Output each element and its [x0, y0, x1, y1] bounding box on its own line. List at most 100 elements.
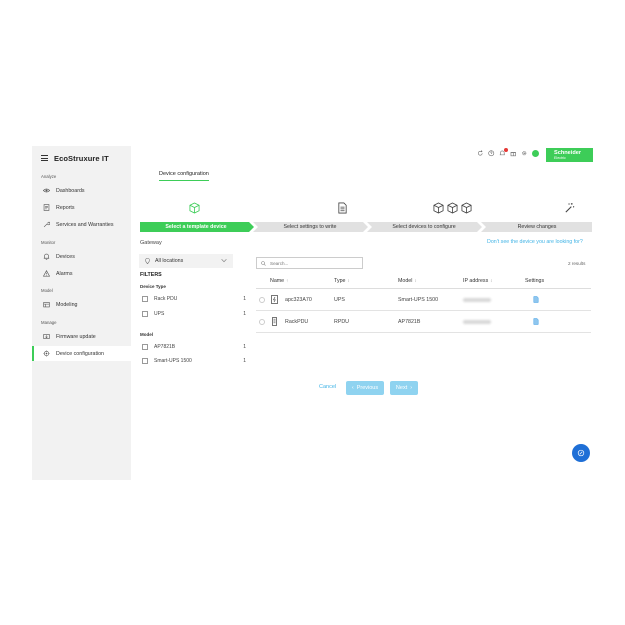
warning-icon — [43, 270, 50, 277]
sidebar-item-alarms[interactable]: Alarms — [32, 266, 131, 281]
column-header-model[interactable]: Model ↕ — [398, 278, 417, 284]
sort-icon: ↕ — [490, 278, 493, 283]
cell-name: apc323A70 — [285, 297, 312, 303]
cell-name: RackPDU — [285, 319, 309, 325]
tab-device-configuration[interactable]: Device configuration — [159, 171, 209, 181]
step-2-label[interactable]: Select settings to write — [253, 222, 367, 232]
column-header-name[interactable]: Name ↑ — [270, 278, 288, 284]
main-content: Schneider Electric Device configuration … — [131, 146, 607, 480]
ups-icon — [271, 295, 278, 304]
eye-icon — [43, 187, 50, 194]
previous-label: Previous — [356, 385, 379, 391]
chat-icon — [577, 449, 585, 457]
step-4-icon — [562, 202, 576, 214]
filter-option-count: 1 — [243, 358, 246, 364]
filter-option-ups[interactable]: UPS 1 — [142, 309, 246, 319]
box-icon — [189, 202, 199, 214]
cell-ip-address-redacted — [463, 320, 491, 324]
location-pin-icon — [145, 258, 150, 264]
step-1-label[interactable]: Select a template device — [140, 222, 252, 232]
topbar-icons — [477, 148, 539, 157]
sidebar-item-devices[interactable]: Devices — [32, 249, 131, 264]
cancel-button[interactable]: Cancel — [319, 384, 336, 390]
avatar[interactable] — [532, 150, 539, 157]
filter-option-smart-ups-1500[interactable]: Smart-UPS 1500 1 — [142, 356, 246, 366]
sort-icon: ↕ — [414, 278, 417, 283]
app-window: EcoStruxure IT Analyze Dashboards Report… — [32, 146, 607, 480]
config-icon — [43, 350, 50, 357]
chat-fab-button[interactable] — [572, 444, 590, 462]
sort-icon: ↕ — [347, 278, 350, 283]
cell-type: RPDU — [334, 319, 350, 325]
chevron-left-icon: ‹ — [351, 385, 354, 391]
section-label-analyze: Analyze — [41, 174, 57, 179]
column-header-type[interactable]: Type ↕ — [334, 278, 350, 284]
filter-group-device-type: Device Type — [140, 284, 166, 289]
sidebar-item-dashboards[interactable]: Dashboards — [32, 183, 131, 198]
sidebar-item-reports[interactable]: Reports — [32, 200, 131, 215]
cell-model: AP7821B — [398, 319, 421, 325]
notification-badge — [504, 148, 508, 152]
table-row[interactable]: apc323A70 UPS Smart-UPS 1500 — [256, 289, 591, 311]
settings-file-icon[interactable] — [533, 296, 539, 303]
section-label-monitor: Monitor — [41, 240, 56, 245]
notification-bell-icon[interactable] — [499, 148, 508, 157]
sidebar: EcoStruxure IT Analyze Dashboards Report… — [32, 146, 131, 480]
sidebar-item-label: Devices — [56, 253, 75, 260]
filter-checkbox[interactable] — [142, 358, 148, 364]
row-radio[interactable] — [259, 297, 265, 303]
chevron-down-icon — [221, 259, 227, 263]
logo-sub: Electric — [554, 156, 566, 160]
next-button[interactable]: Next › — [390, 381, 418, 395]
location-select[interactable]: All locations — [139, 254, 233, 268]
step-4-label[interactable]: Review changes — [481, 222, 593, 232]
filter-checkbox[interactable] — [142, 311, 148, 317]
sidebar-item-modeling[interactable]: Modeling — [32, 297, 131, 312]
step-3-icon — [429, 202, 475, 214]
filter-option-label: AP7821B — [154, 344, 176, 350]
previous-button[interactable]: ‹ Previous — [346, 381, 384, 395]
report-icon — [43, 204, 50, 211]
gateway-label: Gateway — [140, 240, 162, 246]
table-row[interactable]: RackPDU RPDU AP7821B — [256, 311, 591, 333]
search-input[interactable] — [270, 260, 360, 266]
results-count: 2 results — [568, 261, 586, 266]
column-header-settings: Settings — [525, 278, 545, 284]
filter-checkbox[interactable] — [142, 344, 148, 350]
sidebar-item-label: Alarms — [56, 270, 73, 277]
box-icon — [461, 202, 471, 214]
help-icon[interactable] — [488, 150, 495, 157]
step-2-icon — [335, 202, 349, 214]
filter-option-count: 1 — [243, 311, 246, 317]
filters-title: FILTERS — [140, 272, 162, 278]
filter-checkbox[interactable] — [142, 296, 148, 302]
sidebar-item-firmware-update[interactable]: Firmware update — [32, 329, 131, 344]
gear-icon[interactable] — [521, 150, 528, 157]
column-header-ip-address[interactable]: IP address ↕ — [463, 278, 492, 284]
menu-icon[interactable] — [41, 155, 48, 161]
cell-ip-address-redacted — [463, 298, 491, 302]
search-box[interactable] — [256, 257, 363, 269]
column-header-label: Name — [270, 278, 285, 284]
step-3-label[interactable]: Select devices to configure — [367, 222, 481, 232]
help-link[interactable]: Don't see the device you are looking for… — [487, 239, 583, 245]
brand-logo: Schneider Electric — [546, 148, 593, 162]
magic-wand-icon — [564, 202, 574, 213]
section-label-manage: Manage — [41, 320, 57, 325]
sidebar-item-services[interactable]: Services and Warranties — [32, 217, 131, 232]
sidebar-item-device-configuration[interactable]: Device configuration — [32, 346, 131, 361]
refresh-icon[interactable] — [477, 150, 484, 157]
filter-option-count: 1 — [243, 344, 246, 350]
column-header-label: Type — [334, 278, 346, 284]
settings-file-icon[interactable] — [533, 318, 539, 325]
sidebar-item-label: Modeling — [56, 301, 78, 308]
filter-option-count: 1 — [243, 296, 246, 302]
filter-option-rack-pdu[interactable]: Rack PDU 1 — [142, 294, 246, 304]
row-radio[interactable] — [259, 319, 265, 325]
box-icon — [447, 202, 457, 214]
gift-icon[interactable] — [510, 150, 517, 157]
document-icon — [337, 202, 347, 214]
filter-option-ap7821b[interactable]: AP7821B 1 — [142, 342, 246, 352]
brand-title: EcoStruxure IT — [54, 153, 109, 163]
cell-model: Smart-UPS 1500 — [398, 297, 439, 303]
